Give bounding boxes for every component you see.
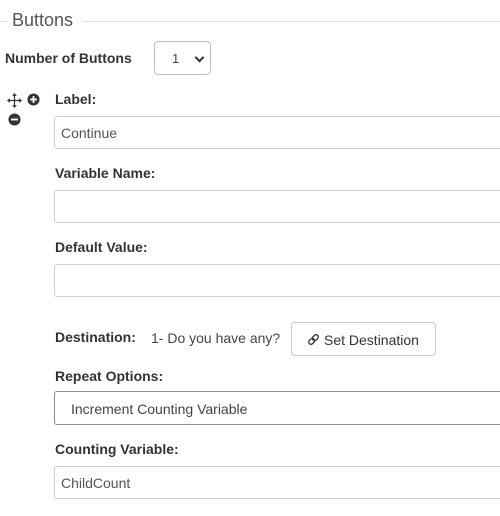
counting-variable-input[interactable]: [54, 466, 500, 499]
counting-variable-label: Counting Variable:: [55, 441, 179, 457]
label-field-label: Label:: [55, 91, 97, 107]
section-title: Buttons: [12, 10, 74, 30]
repeat-options-value: Increment Counting Variable: [71, 401, 248, 417]
move-arrows-icon[interactable]: [7, 93, 22, 108]
section-legend: Buttons: [0, 10, 500, 34]
variable-name-label: Variable Name:: [55, 165, 156, 181]
default-value-input[interactable]: [54, 264, 500, 297]
legend-divider-right: [82, 21, 500, 22]
set-destination-label: Set Destination: [324, 332, 419, 348]
repeat-options-select[interactable]: Increment Counting Variable: [54, 391, 500, 425]
destination-label: Destination:: [55, 329, 136, 345]
destination-value: 1- Do you have any?: [151, 330, 281, 346]
number-of-buttons-value: 1: [172, 51, 180, 66]
default-value-label: Default Value:: [55, 239, 148, 255]
repeat-options-label: Repeat Options:: [55, 368, 164, 384]
number-of-buttons-select[interactable]: 1: [154, 41, 211, 75]
set-destination-button[interactable]: Set Destination: [291, 322, 436, 356]
link-icon: [308, 334, 319, 345]
plus-circle-icon[interactable]: [27, 93, 40, 106]
label-input[interactable]: [54, 116, 500, 149]
minus-circle-icon[interactable]: [8, 113, 21, 126]
number-of-buttons-label: Number of Buttons: [5, 50, 132, 66]
variable-name-input[interactable]: [54, 190, 500, 223]
chevron-down-icon: [194, 52, 205, 63]
legend-divider-left: [0, 21, 8, 22]
